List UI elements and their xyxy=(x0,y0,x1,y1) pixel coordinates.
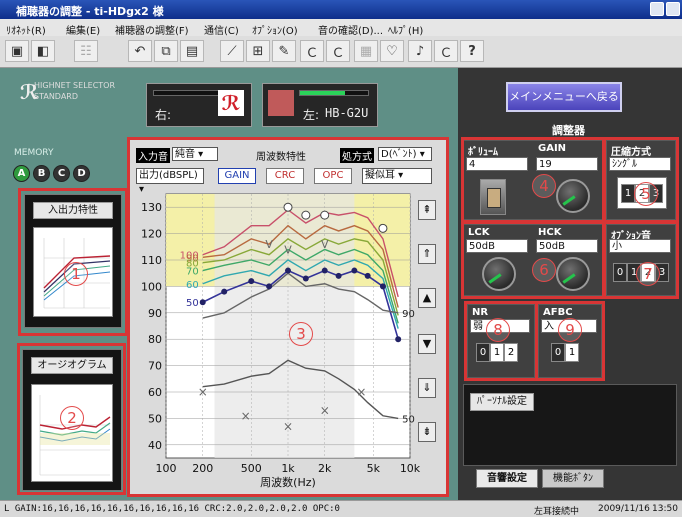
status-connection: 左耳接続中 xyxy=(534,507,580,517)
logo-line2: STANDARD xyxy=(34,92,79,101)
minimize-button[interactable] xyxy=(650,2,664,16)
annotation-box-6 xyxy=(461,221,605,299)
annotation-number-9: 9 xyxy=(558,318,582,342)
status-date: 2009/11/16 xyxy=(598,504,650,514)
left-ear-model: HB-G2U xyxy=(325,106,369,120)
annotation-number-4: 4 xyxy=(532,174,556,198)
menu-item-rionet[interactable]: ﾘｵﾈｯﾄ(R) xyxy=(6,22,46,37)
annotation-number-1: 1 xyxy=(64,262,88,286)
window-title: 補聴器の調整 - ti-HDgx2 様 xyxy=(16,5,164,18)
annotation-number-6: 6 xyxy=(532,258,556,282)
annotation-box-5 xyxy=(603,137,679,223)
memory-b[interactable]: B xyxy=(33,165,50,182)
menu-item-edit[interactable]: 編集(E) xyxy=(66,22,100,37)
status-bar: L GAIN:16,16,16,16,16,16,16,16,16,16 CRC… xyxy=(0,500,682,517)
chart-plus-icon[interactable]: ⊞ xyxy=(246,40,270,62)
controls-heading: 調整器 xyxy=(552,124,585,137)
logo-line1: HIGHNET SELECTOR xyxy=(34,81,116,90)
menu-item-comm[interactable]: 通信(C) xyxy=(204,22,239,37)
memory-a[interactable]: A xyxy=(13,165,30,182)
cv-icon[interactable]: Ｃ xyxy=(434,40,458,62)
c-icon[interactable]: Ｃ xyxy=(300,40,324,62)
panel-icon[interactable]: ◧ xyxy=(31,40,55,62)
status-gain-text: L GAIN:16,16,16,16,16,16,16,16,16,16 CRC… xyxy=(4,504,340,514)
toolbar: ▣ ◧ ☷ ↶ ⧉ ▤ ⟋ ⊞ ✎ Ｃ Ｃ ▦ ♡ ♪ Ｃ ? xyxy=(0,36,682,68)
annotation-box-3 xyxy=(127,137,449,497)
wand-icon[interactable]: ✎ xyxy=(272,40,296,62)
memory-c[interactable]: C xyxy=(53,165,70,182)
annotation-number-8: 8 xyxy=(486,318,510,342)
copy-icon[interactable]: ⧉ xyxy=(154,40,178,62)
chart-icon[interactable]: ⟋ xyxy=(220,40,244,62)
menu-item-help[interactable]: ﾍﾙﾌﾟ(H) xyxy=(388,22,423,37)
annotation-number-7: 7 xyxy=(636,262,660,286)
memory-label: MEMORY xyxy=(14,148,54,158)
window-icon[interactable]: ▣ xyxy=(5,40,29,62)
menu-item-sound[interactable]: 音の確認(D)... xyxy=(318,22,383,37)
menu-item-adjust[interactable]: 補聴器の調整(F) xyxy=(115,22,189,37)
c-gray-icon[interactable]: Ｃ xyxy=(326,40,350,62)
annotation-number-2: 2 xyxy=(60,406,84,430)
sound-icon[interactable]: ♪ xyxy=(408,40,432,62)
left-ear-label: 左: xyxy=(303,108,320,122)
annotation-box-7 xyxy=(603,221,679,299)
undo-icon[interactable]: ↶ xyxy=(128,40,152,62)
tab-function-button[interactable]: 機能ﾎﾞﾀﾝ xyxy=(542,469,604,488)
left-ear-icon xyxy=(268,90,294,116)
paste-icon[interactable]: ▤ xyxy=(180,40,204,62)
close-button[interactable] xyxy=(666,2,680,16)
memory-d[interactable]: D xyxy=(73,165,90,182)
app-logo: ℛ HIGHNET SELECTOR STANDARD xyxy=(10,76,128,112)
menu-bar: ﾘｵﾈｯﾄ(R) 編集(E) 補聴器の調整(F) 通信(C) ｵﾌﾟｼｮﾝ(O)… xyxy=(0,19,682,37)
disabled2-icon: ▦ xyxy=(354,40,378,62)
right-ear-label: 右: xyxy=(155,108,172,122)
main-menu-button[interactable]: メインメニューへ戻る xyxy=(506,82,622,112)
annotation-number-5: 5 xyxy=(634,182,658,206)
title-bar: 補聴器の調整 - ti-HDgx2 様 xyxy=(0,0,682,19)
right-ear-icon: ℛ xyxy=(218,90,244,116)
help-icon[interactable]: ? xyxy=(460,40,484,62)
annotation-number-3: 3 xyxy=(289,322,313,346)
personal-settings-title[interactable]: ﾊﾟｰｿﾅﾙ設定 xyxy=(470,393,534,411)
tab-acoustic-settings[interactable]: 音響設定 xyxy=(476,469,538,488)
vp-icon[interactable]: ♡ xyxy=(380,40,404,62)
status-time: 13:50 xyxy=(652,504,678,514)
menu-item-option[interactable]: ｵﾌﾟｼｮﾝ(O) xyxy=(252,22,298,37)
disabled-icon: ☷ xyxy=(74,40,98,62)
personal-settings-panel: ﾊﾟｰｿﾅﾙ設定 xyxy=(463,384,677,466)
